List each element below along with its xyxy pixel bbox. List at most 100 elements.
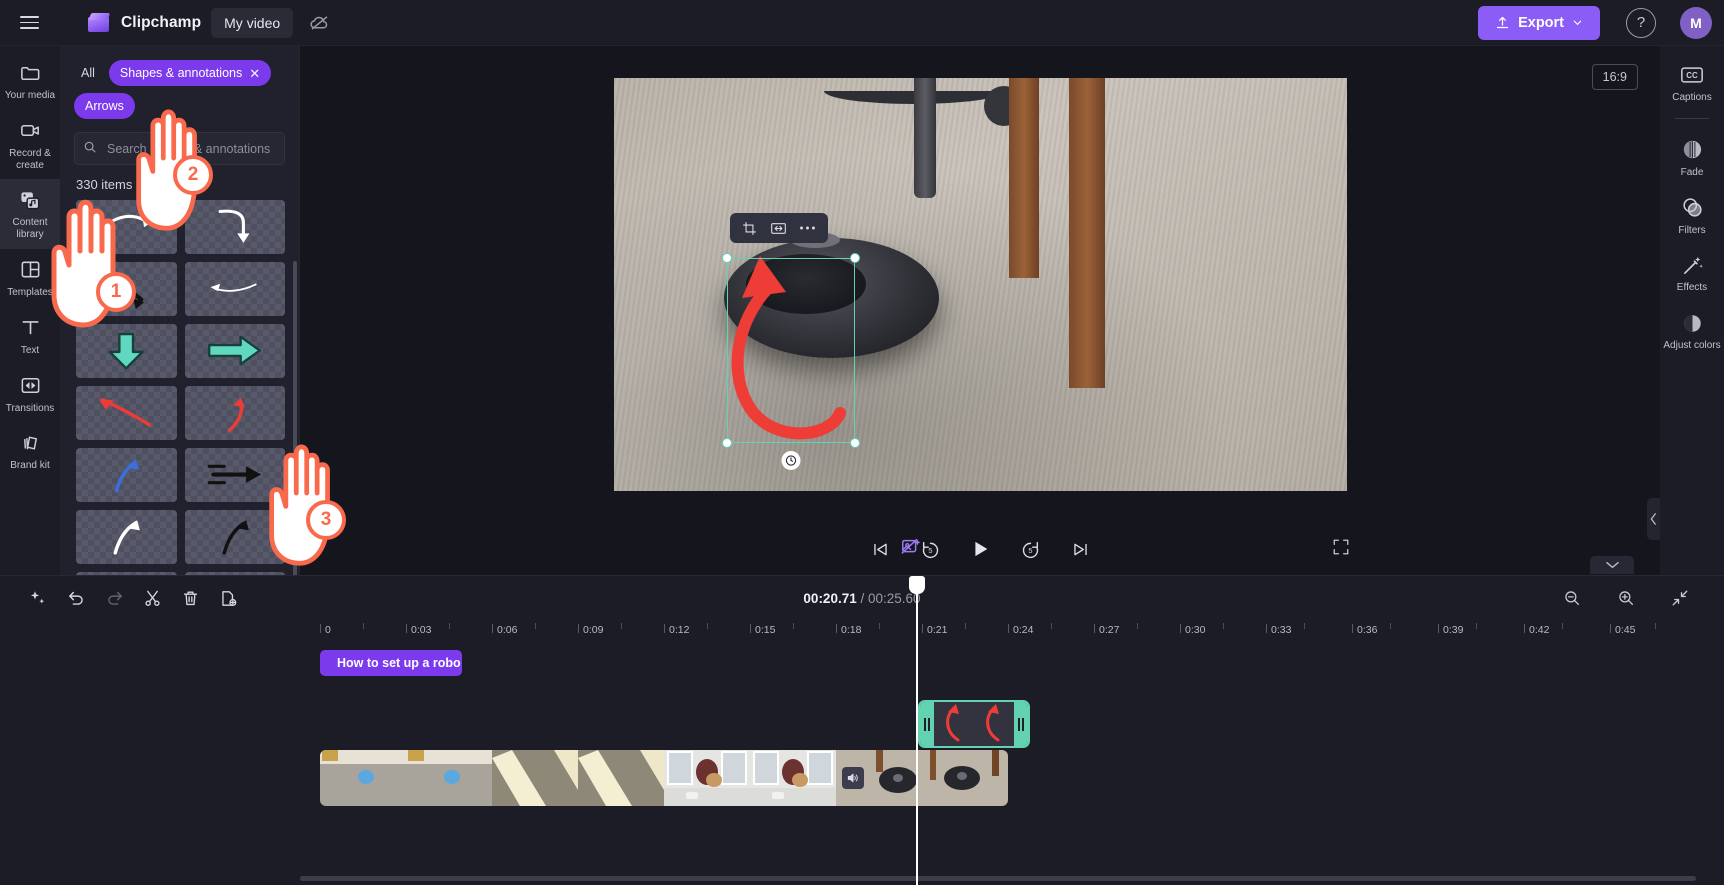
sidebar-item-effects[interactable]: Effects (1660, 244, 1724, 302)
shape-tile-brush-arrow-white-upright[interactable] (76, 510, 177, 564)
filter-chip-shapes-annotations[interactable]: Shapes & annotations ✕ (108, 60, 272, 86)
selection-box[interactable] (721, 253, 860, 470)
timeline-ruler[interactable]: 0 0:03 0:06 0:09 0:12 0:15 0:18 0:21 0:2… (0, 620, 1724, 642)
forward-5s-button[interactable]: 5 (1016, 535, 1044, 563)
filter-chip-all[interactable]: All (74, 60, 102, 86)
ruler-tick: 0:12 (669, 624, 690, 636)
shape-tile-hook-arrow-red-up[interactable] (184, 386, 285, 440)
content-library-panel: All Shapes & annotations ✕ Arrows 330 it… (60, 46, 300, 581)
export-button[interactable]: Export (1478, 5, 1600, 40)
project-name-field[interactable]: My video (211, 7, 294, 38)
redo-button[interactable] (98, 583, 130, 613)
sidebar-item-record-create[interactable]: Record & create (0, 110, 60, 180)
timeline-tracks: How to set up a robo (0, 642, 1724, 885)
shape-tile-curved-arrow-white-right[interactable] (76, 200, 177, 254)
export-label: Export (1518, 14, 1564, 31)
delete-button[interactable] (174, 583, 206, 613)
sidebar-item-captions[interactable]: CC Captions (1660, 54, 1724, 112)
timeline-horizontal-scrollbar[interactable] (300, 876, 1696, 881)
help-button[interactable]: ? (1626, 7, 1656, 38)
resize-handle-top-left[interactable] (721, 253, 732, 263)
play-button[interactable] (966, 535, 994, 563)
sidebar-label: Transitions (5, 402, 55, 414)
trim-handle-right[interactable] (1014, 702, 1028, 746)
sidebar-item-content-library[interactable]: Content library (0, 179, 60, 249)
sidebar-label: Filters (1678, 224, 1706, 236)
sidebar-label: Adjust colors (1663, 340, 1721, 352)
chevron-down-icon (1573, 20, 1582, 26)
shape-tile-sketch-arrow-red-upleft[interactable] (76, 386, 177, 440)
timeline-video-clip-sunlight[interactable] (492, 750, 664, 806)
floor-shadow (613, 78, 1347, 491)
svg-text:5: 5 (1028, 546, 1032, 555)
timeline-collapse-button[interactable] (1590, 556, 1634, 574)
timecode-display: 00:20.71 / 00:25.60 (0, 591, 1724, 606)
menu-hamburger-icon[interactable] (12, 6, 46, 40)
video-track (0, 750, 1724, 806)
trim-handle-left[interactable] (920, 702, 934, 746)
ruler-tick: 0:33 (1271, 624, 1292, 636)
shape-tile-block-arrow-teal-right[interactable] (184, 324, 285, 378)
resize-handle-bottom-right[interactable] (849, 438, 860, 448)
timeline-arrow-clip[interactable] (918, 700, 1030, 748)
resize-handle-bottom-left[interactable] (721, 438, 732, 448)
shape-tile-sketch-arrow-blue-up[interactable] (76, 448, 177, 502)
sidebar-item-adjust-colors[interactable]: Adjust colors (1660, 302, 1724, 360)
playhead-knob[interactable] (909, 576, 925, 594)
aspect-ratio-button[interactable]: 16:9 (1591, 64, 1638, 90)
preview-area: 16:9 5 5 (300, 46, 1660, 575)
fullscreen-button[interactable] (1332, 538, 1350, 561)
effects-wand-icon (1680, 253, 1704, 277)
skip-to-end-button[interactable] (1066, 535, 1094, 563)
ruler-tick: 0:36 (1357, 624, 1378, 636)
resize-handle-top-right[interactable] (849, 253, 860, 263)
close-icon[interactable]: ✕ (249, 67, 260, 80)
rotate-handle-icon[interactable] (781, 451, 800, 470)
shape-tile-bent-arrow-white-down[interactable] (184, 200, 285, 254)
timeline-video-clip-robot-table[interactable] (836, 750, 1008, 806)
avatar[interactable]: M (1680, 6, 1712, 39)
shape-tile-brush-arrow-black-upright[interactable] (184, 510, 285, 564)
sidebar-item-fade[interactable]: Fade (1660, 129, 1724, 187)
undo-button[interactable] (60, 583, 92, 613)
crop-icon[interactable] (737, 216, 763, 240)
split-button[interactable] (136, 583, 168, 613)
zoom-out-button[interactable] (1556, 583, 1588, 613)
skip-to-start-button[interactable] (866, 535, 894, 563)
shape-grid (60, 200, 299, 575)
shape-tile-block-arrow-teal-down[interactable] (76, 324, 177, 378)
sidebar-item-text[interactable]: Text (0, 307, 60, 365)
chair-post (913, 78, 936, 198)
clipchamp-logo-icon (86, 12, 112, 34)
sidebar-label: Content library (12, 217, 48, 241)
preview-stage: 16:9 (300, 46, 1660, 540)
cloud-offline-icon[interactable] (303, 7, 335, 39)
timeline-text-clip[interactable]: How to set up a robo (320, 650, 462, 676)
sidebar-item-templates[interactable]: Templates (0, 249, 60, 307)
zoom-in-button[interactable] (1610, 583, 1642, 613)
ai-magic-button[interactable] (22, 583, 54, 613)
chevron-down-icon (1605, 561, 1619, 569)
fit-width-icon[interactable] (766, 216, 792, 240)
more-options-icon[interactable] (795, 216, 821, 240)
ruler-tick: 0:30 (1185, 624, 1206, 636)
sidebar-item-your-media[interactable]: Your media (0, 52, 60, 110)
timeline-video-clip-dog-couch[interactable] (664, 750, 836, 806)
sidebar-item-transitions[interactable]: Transitions (0, 365, 60, 423)
sidebar-item-brand-kit[interactable]: Brand kit (0, 422, 60, 480)
shape-tile-speed-arrow-black-right[interactable] (184, 448, 285, 502)
audio-muted-icon[interactable] (842, 767, 864, 789)
remove-background-button[interactable] (900, 536, 922, 563)
fit-timeline-button[interactable] (1664, 583, 1696, 613)
tutorial-badge-1: 1 (96, 272, 136, 312)
video-canvas[interactable] (613, 78, 1347, 491)
sidebar-item-filters[interactable]: Filters (1660, 187, 1724, 245)
adjust-colors-icon (1680, 311, 1704, 335)
filter-chip-arrows[interactable]: Arrows (74, 93, 135, 119)
shape-tile-thin-curve-arrow-white-left[interactable] (184, 262, 285, 316)
duplicate-button[interactable] (212, 583, 244, 613)
playhead[interactable] (909, 576, 925, 885)
ruler-tick: 0:24 (1013, 624, 1034, 636)
timeline-video-clip-robot-floor[interactable] (320, 750, 492, 806)
library-scrollbar[interactable] (293, 261, 297, 581)
